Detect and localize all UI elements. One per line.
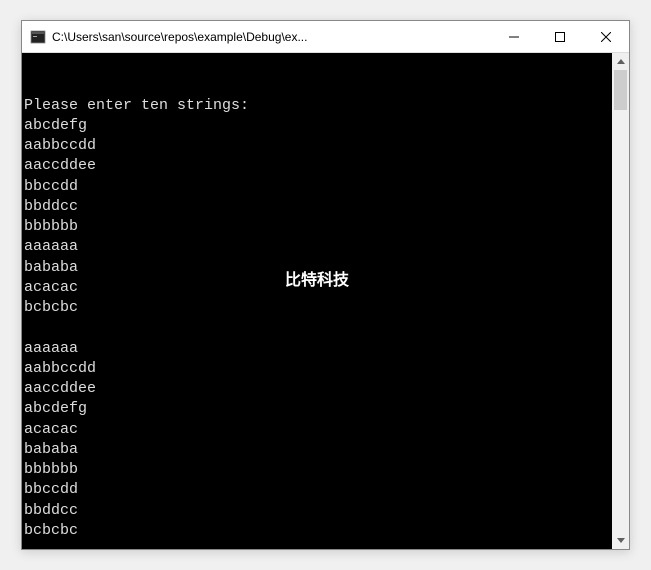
- close-button[interactable]: [583, 21, 629, 52]
- maximize-button[interactable]: [537, 21, 583, 52]
- scroll-down-button[interactable]: [612, 532, 629, 549]
- console-area: Please enter ten strings:abcdefgaabbccdd…: [22, 53, 629, 549]
- console-line: aabbccdd: [24, 359, 612, 379]
- console-line: bbddcc: [24, 501, 612, 521]
- titlebar: C:\Users\san\source\repos\example\Debug\…: [22, 21, 629, 53]
- console-line: aaccddee: [24, 156, 612, 176]
- console-content[interactable]: Please enter ten strings:abcdefgaabbccdd…: [22, 53, 612, 549]
- console-line: aaaaaa: [24, 339, 612, 359]
- vertical-scrollbar[interactable]: [612, 53, 629, 549]
- console-line: aaaaaa: [24, 237, 612, 257]
- minimize-button[interactable]: [491, 21, 537, 52]
- scroll-track[interactable]: [612, 70, 629, 532]
- console-line: bcbcbc: [24, 521, 612, 541]
- console-line: bbccdd: [24, 480, 612, 500]
- console-line: bababa: [24, 258, 612, 278]
- maximize-icon: [555, 32, 565, 42]
- scroll-up-button[interactable]: [612, 53, 629, 70]
- chevron-down-icon: [617, 538, 625, 543]
- console-window: C:\Users\san\source\repos\example\Debug\…: [21, 20, 630, 550]
- chevron-up-icon: [617, 59, 625, 64]
- window-title: C:\Users\san\source\repos\example\Debug\…: [52, 30, 491, 44]
- console-line: abcdefg: [24, 399, 612, 419]
- console-line: acacac: [24, 278, 612, 298]
- console-line: bbbbbb: [24, 460, 612, 480]
- console-line: [24, 318, 612, 338]
- scroll-thumb[interactable]: [614, 70, 627, 110]
- console-line: bbbbbb: [24, 217, 612, 237]
- window-controls: [491, 21, 629, 52]
- close-icon: [601, 32, 611, 42]
- console-line: bbccdd: [24, 177, 612, 197]
- console-line: abcdefg: [24, 116, 612, 136]
- console-line: Please enter ten strings:: [24, 96, 612, 116]
- app-icon: [30, 29, 46, 45]
- console-output: Please enter ten strings:abcdefgaabbccdd…: [24, 96, 612, 542]
- console-line: aaccddee: [24, 379, 612, 399]
- console-line: bcbcbc: [24, 298, 612, 318]
- console-line: aabbccdd: [24, 136, 612, 156]
- console-line: acacac: [24, 420, 612, 440]
- console-line: bababa: [24, 440, 612, 460]
- console-line: bbddcc: [24, 197, 612, 217]
- minimize-icon: [509, 32, 519, 42]
